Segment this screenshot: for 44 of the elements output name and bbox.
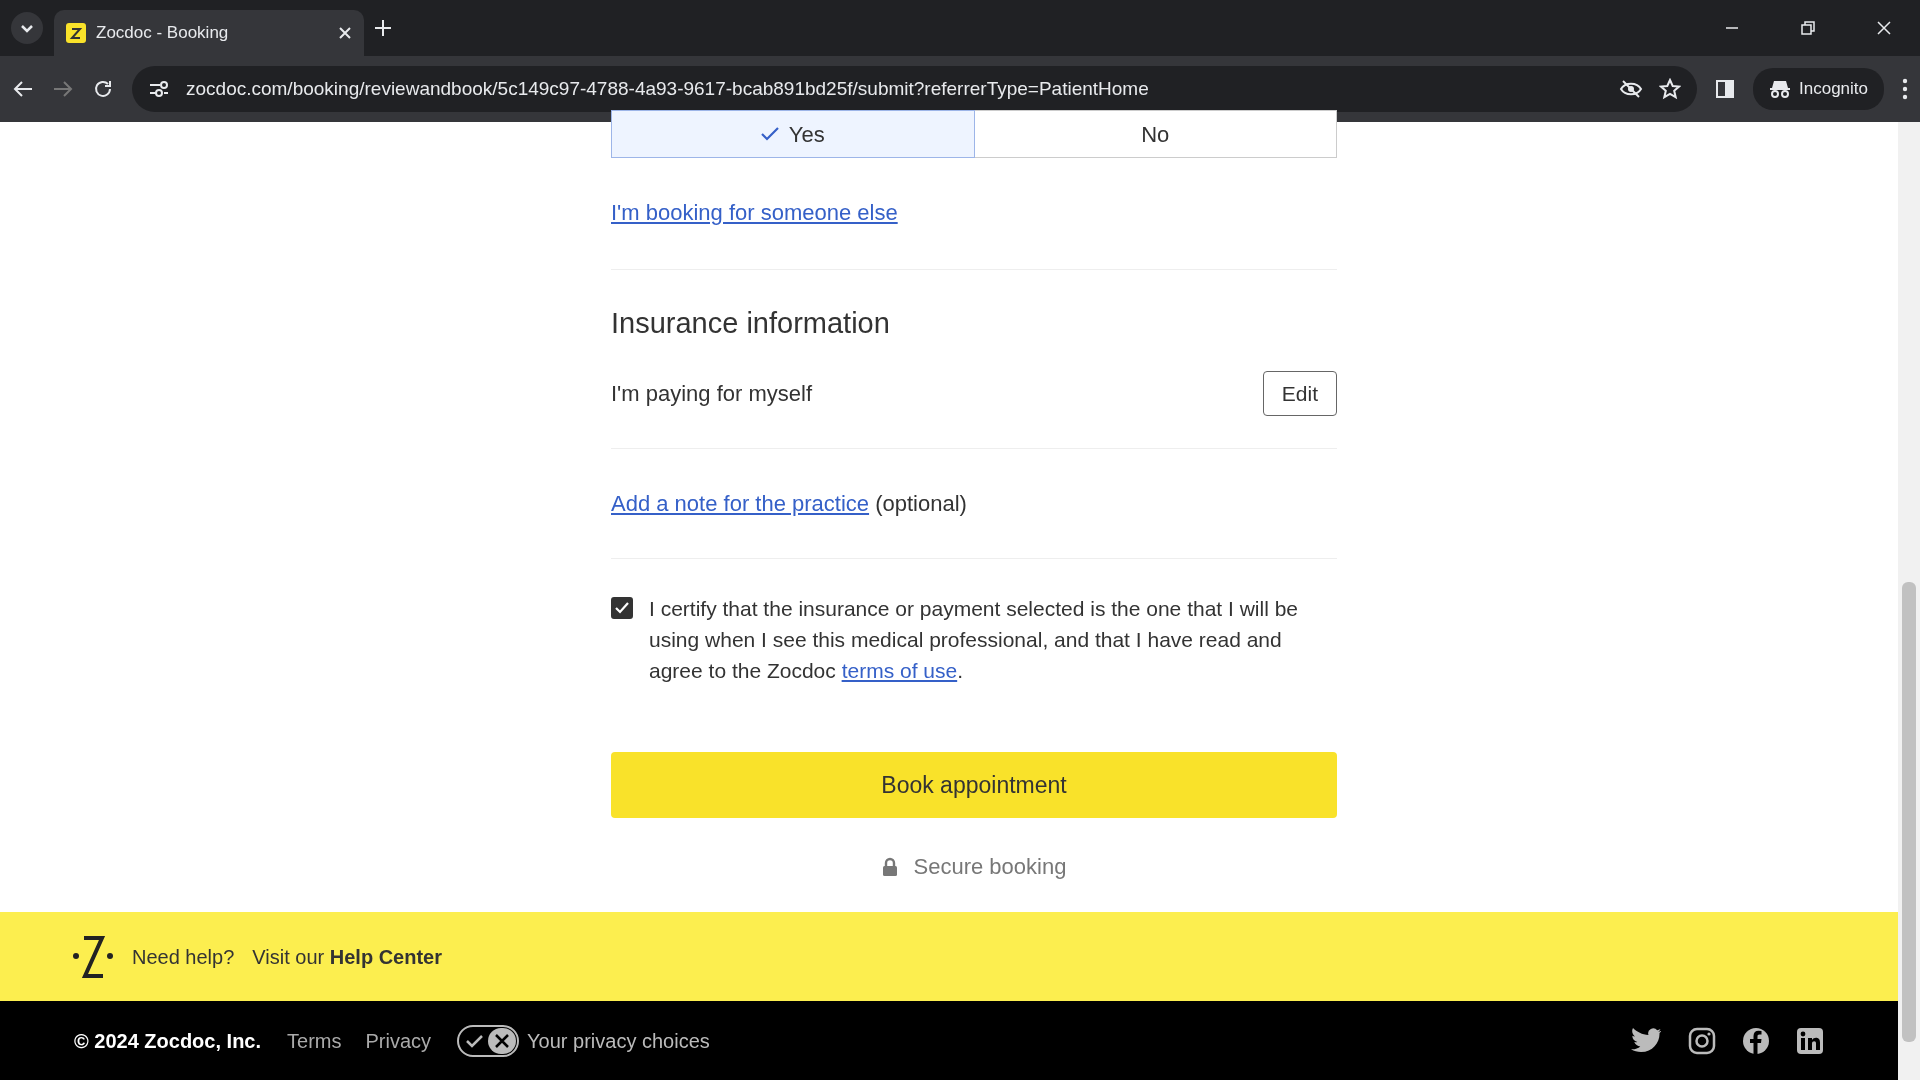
- footer-link[interactable]: Privacy: [365, 1025, 432, 1056]
- help-prompt: Need help?: [132, 944, 235, 970]
- check-icon: [615, 602, 629, 615]
- eye-slash-icon[interactable]: [1619, 79, 1643, 99]
- bird-icon[interactable]: [1630, 1026, 1662, 1055]
- certify-text: I certify that the insurance or payment selected is the one that I will be using when I see this medical professional, and that I have read and agree to the Zocdoc terms of use.: [649, 596, 1299, 685]
- site-info-icon[interactable]: [148, 80, 170, 98]
- square-social-icon[interactable]: [1796, 1026, 1824, 1055]
- privacy-choices-link[interactable]: Your privacy choices: [527, 1025, 710, 1056]
- certify-checkbox[interactable]: [611, 597, 633, 620]
- close-icon[interactable]: [338, 26, 352, 40]
- profile-button[interactable]: Incognito: [1753, 68, 1884, 110]
- toggle-option[interactable]: No: [974, 110, 1337, 158]
- reload-icon[interactable]: [92, 78, 114, 100]
- camera-icon[interactable]: [1688, 1026, 1716, 1055]
- book-appointment-button[interactable]: Book appointment: [611, 752, 1337, 819]
- scrollbar[interactable]: [1898, 122, 1920, 1080]
- edit-button[interactable]: Edit: [1262, 370, 1337, 417]
- copyright-text: © 2024 Zocdoc, Inc.: [74, 1028, 262, 1054]
- toggle-option[interactable]: Yes: [611, 110, 975, 158]
- side-panel-icon[interactable]: [1715, 79, 1735, 99]
- secure-booking-text: Secure booking: [913, 853, 1067, 882]
- lock-icon: [881, 856, 898, 877]
- check-icon: [760, 126, 779, 142]
- privacy-toggle-icon[interactable]: [457, 1024, 520, 1057]
- hat-glasses-icon: [1769, 79, 1791, 99]
- browser-tab[interactable]: Zocdoc - Booking: [54, 10, 364, 56]
- star-icon[interactable]: [1659, 78, 1681, 100]
- footer-link[interactable]: Terms: [287, 1025, 342, 1056]
- restore-icon[interactable]: [1800, 20, 1816, 36]
- tab-list-icon[interactable]: [10, 11, 44, 45]
- terms-of-use-link[interactable]: terms of use: [841, 659, 958, 683]
- booking-for-someone-else-link[interactable]: I'm booking for someone else: [611, 200, 898, 225]
- menu-icon[interactable]: [1902, 78, 1908, 100]
- section-heading: Insurance information: [611, 306, 891, 341]
- logo-icon: [66, 23, 86, 43]
- round-social-icon[interactable]: [1742, 1026, 1770, 1055]
- add-note-link[interactable]: Add a note for the practice: [611, 491, 870, 517]
- close-icon[interactable]: [1876, 20, 1892, 36]
- payment-text: I'm paying for myself: [611, 380, 813, 409]
- optional-text: (optional): [875, 491, 967, 517]
- help-center-text[interactable]: Visit our Help Center: [252, 941, 442, 972]
- new-tab-icon[interactable]: [374, 19, 392, 37]
- tab-title: Zocdoc - Booking: [96, 22, 230, 45]
